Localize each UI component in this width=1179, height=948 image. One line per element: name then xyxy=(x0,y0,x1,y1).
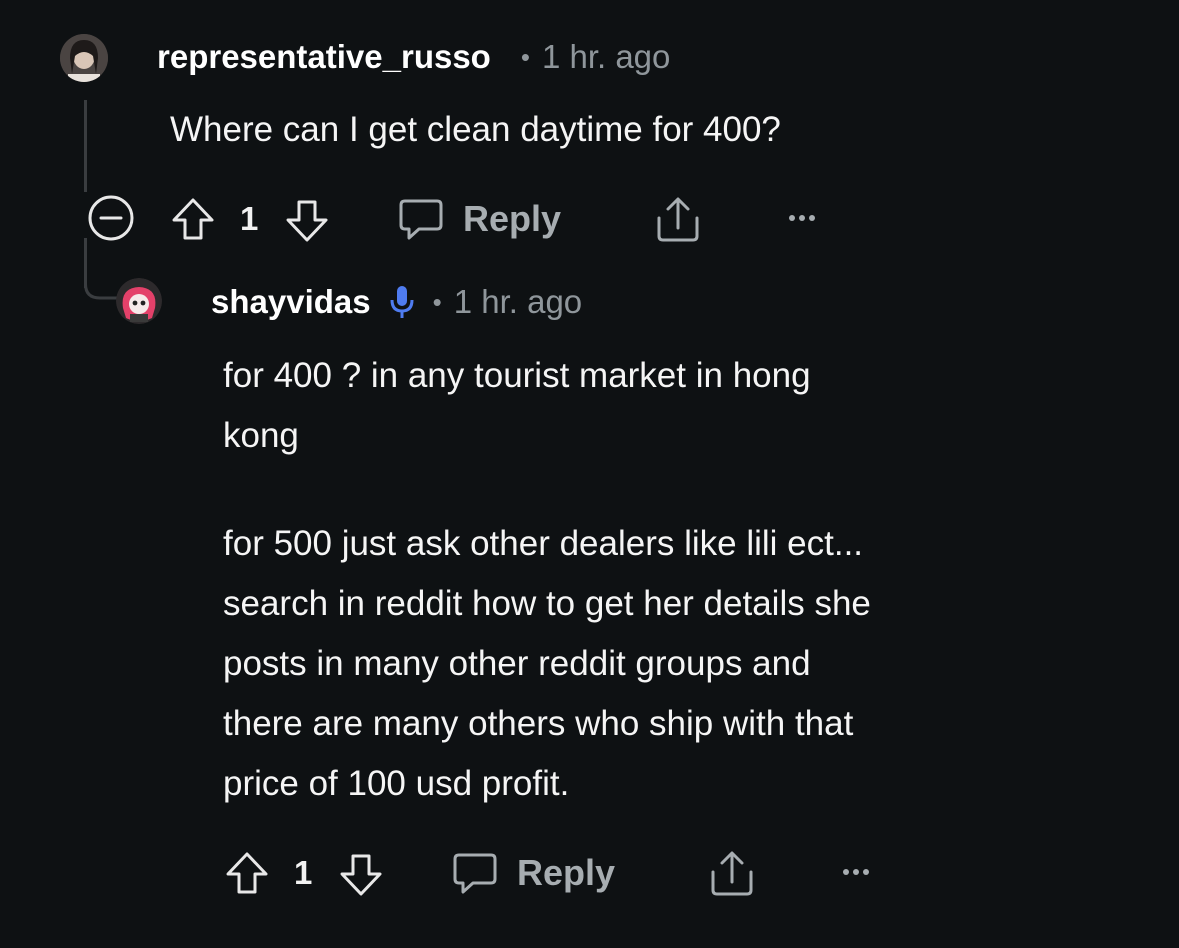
meta-separator: • xyxy=(432,286,442,317)
share-button[interactable] xyxy=(653,194,703,244)
thread-line-main xyxy=(84,100,87,192)
minus-circle-icon xyxy=(88,195,134,241)
downvote-button[interactable] xyxy=(284,198,330,244)
meta-separator: • xyxy=(520,41,530,72)
upvote-button[interactable] xyxy=(170,196,216,242)
microphone-icon xyxy=(389,284,415,320)
more-options-button[interactable] xyxy=(840,866,876,878)
share-icon xyxy=(711,851,753,896)
comment-body: for 400 ? in any tourist market in hong … xyxy=(223,346,1123,814)
comment-body: Where can I get clean daytime for 400? xyxy=(170,110,781,149)
collapse-thread-button[interactable] xyxy=(86,193,136,243)
reply-label: Reply xyxy=(517,852,616,893)
comment-bubble-icon xyxy=(397,195,445,243)
share-icon xyxy=(657,197,699,242)
downvote-icon xyxy=(286,200,328,242)
reply-label: Reply xyxy=(463,198,562,239)
comment-line: there are many others who ship with that xyxy=(223,704,854,743)
comment-line xyxy=(223,466,1123,514)
comment-username[interactable]: representative_russo xyxy=(157,38,491,76)
more-icon xyxy=(789,215,815,221)
upvote-icon xyxy=(172,198,214,240)
comment-line: kong xyxy=(223,416,299,455)
comment-bubble-icon xyxy=(451,849,499,897)
vote-count: 1 xyxy=(294,854,313,891)
upvote-button[interactable] xyxy=(224,850,270,896)
share-button[interactable] xyxy=(707,848,757,898)
more-icon xyxy=(843,869,869,875)
upvote-icon xyxy=(226,852,268,894)
reply-button[interactable]: Reply xyxy=(397,195,561,243)
comment-username[interactable]: shayvidas xyxy=(211,283,371,321)
comment-timestamp: 1 hr. ago xyxy=(453,283,583,320)
comment-line: posts in many other reddit groups and xyxy=(223,644,811,683)
reply-button[interactable]: Reply xyxy=(451,849,615,897)
comment-line: for 400 ? in any tourist market in hong xyxy=(223,356,811,395)
downvote-icon xyxy=(340,854,382,896)
comment-line: search in reddit how to get her details … xyxy=(223,584,871,623)
avatar[interactable] xyxy=(116,278,162,324)
more-options-button[interactable] xyxy=(786,212,822,224)
downvote-button[interactable] xyxy=(338,852,384,898)
avatar[interactable] xyxy=(60,34,108,82)
comment-timestamp: 1 hr. ago xyxy=(541,38,671,75)
comment-line: price of 100 usd profit. xyxy=(223,764,570,803)
comment-line: for 500 just ask other dealers like lili… xyxy=(223,524,864,563)
vote-count: 1 xyxy=(240,200,259,237)
